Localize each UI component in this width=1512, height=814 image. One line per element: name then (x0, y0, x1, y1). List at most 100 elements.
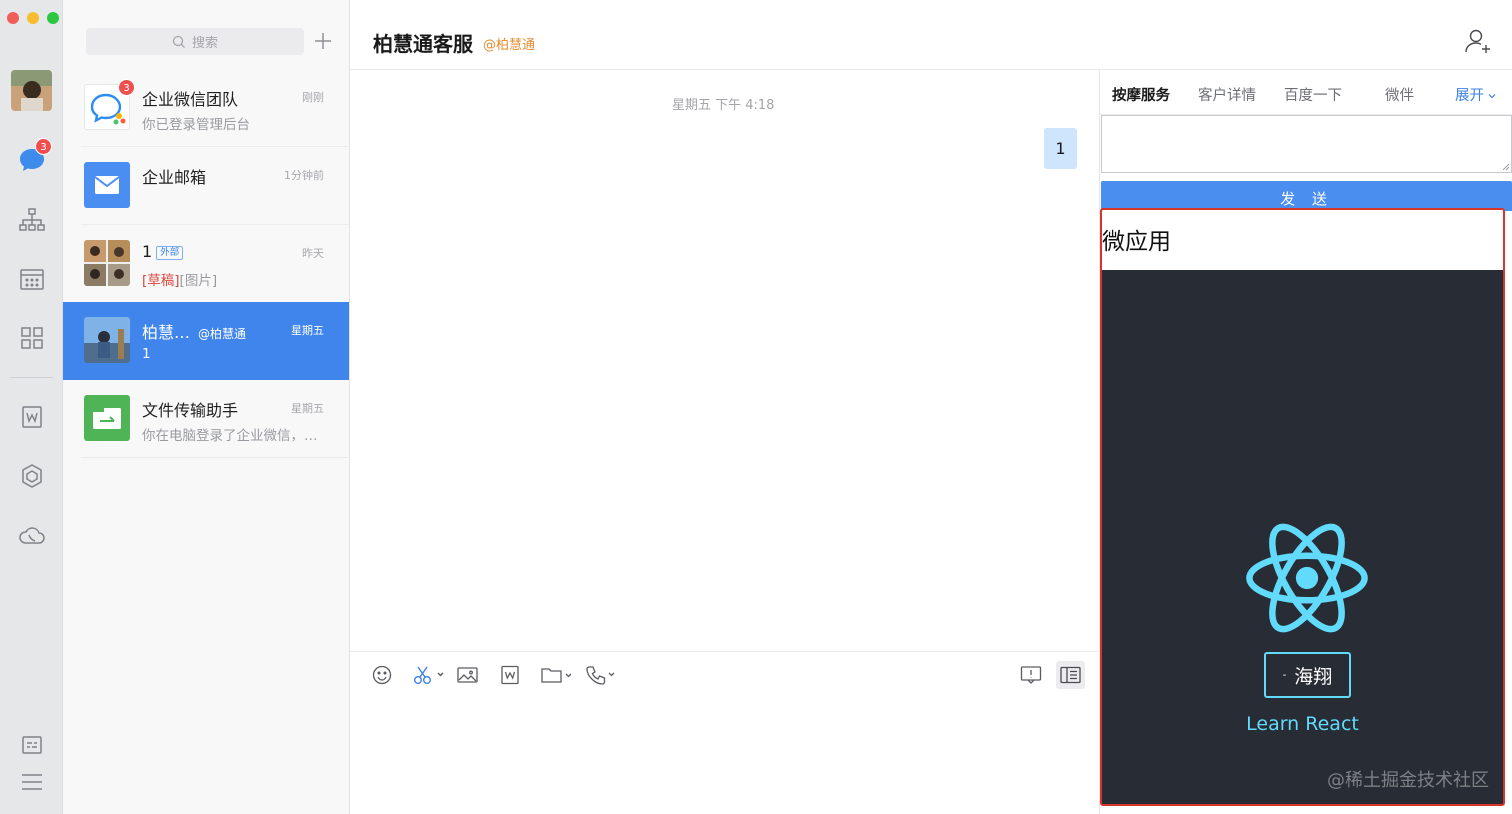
file-button[interactable] (541, 664, 573, 686)
list-divider (81, 457, 349, 458)
conversation-name: 企业邮箱 (142, 168, 207, 187)
conversation-name: 企业微信团队 (142, 90, 239, 109)
side-panel-toggle-button[interactable] (1056, 661, 1085, 689)
doc-icon (501, 665, 519, 685)
side-tabs: 按摩服务 客户详情 百度一下 微伴 展开 (1100, 70, 1512, 115)
emoji-icon (372, 665, 392, 685)
micro-app-frame: 微应用 - 海翔 Learn React @稀土掘金技术社区 (1100, 208, 1505, 806)
conversation-name-text: 柏慧… (142, 323, 191, 342)
search-input[interactable]: 搜索 (86, 28, 304, 55)
chat-record-button[interactable] (1020, 664, 1042, 686)
conversation-preview: 你在电脑登录了企业微信，… (142, 428, 318, 444)
search-placeholder: 搜索 (191, 36, 218, 51)
conversation-time: 刚刚 (302, 91, 324, 104)
apps-grid-icon[interactable] (17, 323, 47, 353)
mail-icon (84, 162, 130, 208)
name-dash: - (1282, 669, 1287, 681)
rail-divider (10, 377, 53, 378)
call-button[interactable] (586, 664, 616, 686)
add-member-button[interactable] (1463, 26, 1493, 56)
minimize-window-button[interactable] (27, 12, 39, 24)
tab-customer-detail[interactable]: 客户详情 (1198, 84, 1256, 105)
watermark: @稀土掘金技术社区 (1327, 770, 1489, 791)
contact-avatar (84, 317, 130, 363)
conversation-name: 1 外部 (142, 242, 184, 261)
menu-icon[interactable] (17, 767, 47, 797)
conversation-item[interactable]: 文件传输助手 星期五 你在电脑登录了企业微信，… (63, 380, 349, 458)
workbench-icon[interactable] (17, 461, 47, 491)
conversation-name: 柏慧… @柏慧通 (142, 319, 246, 343)
expand-button[interactable]: 展开 (1455, 84, 1497, 105)
calendar-icon[interactable] (17, 264, 47, 294)
side-text-input[interactable] (1101, 115, 1512, 173)
document-button[interactable] (500, 664, 520, 686)
org-chart-icon[interactable] (17, 205, 47, 235)
chat-area: 柏慧通客服 @柏慧通 星期五 下午 4:18 1 (350, 0, 1512, 814)
learn-react-link[interactable]: Learn React (1102, 713, 1503, 735)
group-avatar (84, 240, 130, 286)
maximize-window-button[interactable] (47, 12, 59, 24)
conversation-name: 文件传输助手 (142, 401, 239, 420)
conversation-item[interactable]: 3 企业微信团队 刚刚 你已登录管理后台 (63, 69, 349, 147)
chat-toolbar (350, 651, 1099, 697)
external-tag: 外部 (156, 246, 184, 260)
conversation-time: 星期五 (291, 324, 324, 337)
chat-org-tag: @柏慧通 (483, 38, 536, 53)
conversation-preview: 1 (142, 346, 151, 362)
side-panel-icon (1060, 666, 1081, 684)
phone-icon (586, 666, 615, 685)
send-button[interactable]: 发 送 (1101, 181, 1512, 211)
tab-weiban[interactable]: 微伴 (1385, 84, 1414, 105)
chat-title: 柏慧通客服 (373, 32, 473, 56)
conversation-item[interactable]: 企业邮箱 1分钟前 (63, 147, 349, 225)
conversation-name-text: 1 (142, 242, 153, 261)
wecom-window: 3 搜索 3 企业微信团队 刚刚 你已登录管理后台 企业邮箱 1分钟前 1 外部… (0, 0, 1512, 814)
profile-avatar[interactable] (11, 70, 52, 111)
add-button[interactable] (310, 28, 336, 54)
conversation-time: 昨天 (302, 247, 324, 260)
message-icon[interactable]: 3 (17, 138, 52, 175)
file-transfer-icon (84, 395, 130, 441)
conversation-preview: 你已登录管理后台 (142, 117, 250, 133)
draft-label: [草稿] (142, 273, 180, 289)
micro-app-title: 微应用 (1102, 229, 1171, 255)
tab-baidu[interactable]: 百度一下 (1284, 84, 1342, 105)
scissors-icon (414, 666, 444, 684)
search-icon (172, 35, 185, 48)
chat-header: 柏慧通客服 @柏慧通 (350, 0, 1512, 70)
resize-handle-icon[interactable] (1502, 163, 1510, 171)
message-timestamp: 星期五 下午 4:18 (672, 98, 775, 113)
screenshot-button[interactable] (413, 664, 445, 686)
conversation-item-active[interactable]: 柏慧… @柏慧通 星期五 1 (63, 302, 349, 380)
cloud-disk-icon[interactable] (17, 520, 47, 550)
conversation-preview: [草稿][图片] (142, 269, 328, 289)
side-panel: 按摩服务 客户详情 百度一下 微伴 展开 发 送 微应用 - 海翔 Learn … (1099, 70, 1512, 814)
folder-icon (541, 668, 572, 683)
image-button[interactable] (457, 664, 478, 686)
left-rail: 3 (0, 0, 63, 814)
unread-badge: 3 (118, 79, 135, 96)
document-icon[interactable] (17, 402, 47, 432)
conversation-list: 搜索 3 企业微信团队 刚刚 你已登录管理后台 企业邮箱 1分钟前 1 外部 昨… (63, 0, 350, 814)
react-logo-icon (1246, 523, 1368, 633)
message-badge: 3 (35, 138, 52, 155)
emoji-button[interactable] (372, 664, 392, 686)
chevron-down-icon (1488, 94, 1496, 99)
add-user-icon (1465, 29, 1490, 53)
conversation-time: 1分钟前 (284, 169, 324, 182)
settings-icon[interactable] (17, 730, 47, 760)
preview-text: [图片] (179, 273, 218, 289)
conversation-time: 星期五 (291, 402, 324, 415)
tab-massage-service[interactable]: 按摩服务 (1112, 84, 1170, 105)
image-icon (457, 667, 478, 683)
conversation-item[interactable]: 1 外部 昨天 [草稿][图片] (63, 225, 349, 303)
expand-label: 展开 (1455, 88, 1484, 104)
org-tag: @柏慧通 (198, 327, 247, 341)
message-history-icon (1020, 666, 1042, 684)
name-button[interactable]: - 海翔 (1264, 652, 1351, 698)
micro-app-header: 微应用 (1102, 210, 1503, 270)
message-bubble[interactable]: 1 (1044, 128, 1077, 169)
name-button-label: 海翔 (1294, 665, 1333, 688)
plus-icon (315, 33, 331, 49)
close-window-button[interactable] (7, 12, 19, 24)
